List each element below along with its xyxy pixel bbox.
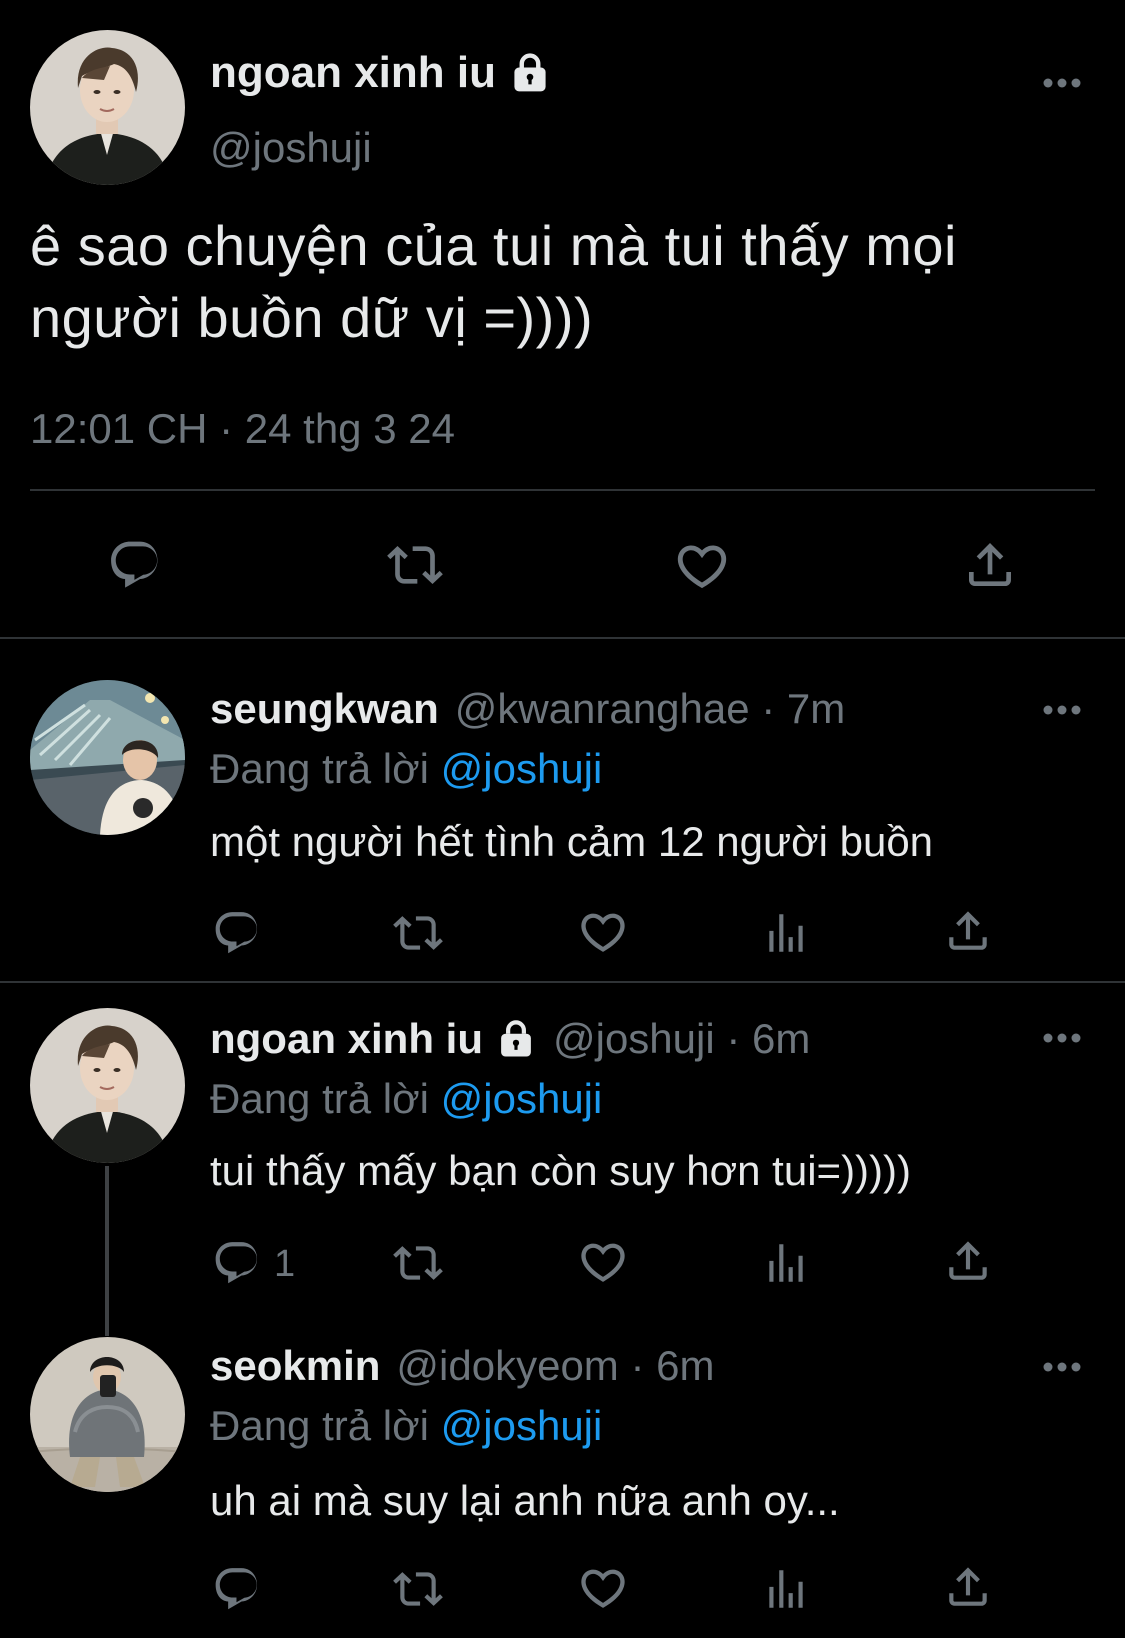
avatar-reply-joshuji[interactable] [30,1008,185,1163]
reply-handle-time[interactable]: @kwanranghae · 7m [455,685,846,733]
reply-header: seungkwan @kwanranghae · 7m [210,685,845,733]
more-options-icon[interactable] [1042,76,1082,90]
reply-icon[interactable] [212,1238,262,1288]
avatar-main-author[interactable] [30,30,185,185]
main-tweet-text: ê sao chuyện của tui mà tui thấy mọi ngư… [30,214,957,349]
replying-prefix: Đang trả lời [210,745,441,792]
main-tweet-timestamp[interactable]: 12:01 CH · 24 thg 3 24 [30,405,455,453]
reply-author-name[interactable]: ngoan xinh iu [210,1015,537,1063]
share-icon[interactable] [962,537,1018,593]
avatar-reply-seungkwan[interactable] [30,680,185,835]
views-icon[interactable] [761,1238,811,1288]
share-icon[interactable] [943,906,993,956]
like-icon[interactable] [577,1562,629,1614]
retweet-icon[interactable] [393,1564,443,1614]
reply-text: uh ai mà suy lại anh nữa anh oy... [210,1477,840,1524]
retweet-icon[interactable] [393,908,443,958]
main-author-name[interactable]: ngoan xinh iu [210,48,552,98]
lock-icon [495,1018,537,1060]
reply-header: seokmin @idokyeom · 6m [210,1342,714,1390]
divider [0,981,1125,983]
reply-count: 1 [274,1243,296,1285]
avatar-reply-seokmin[interactable] [30,1337,185,1492]
replying-prefix: Đang trả lời [210,1402,441,1449]
like-icon[interactable] [673,537,731,595]
divider [30,489,1095,491]
replying-mention[interactable]: @joshuji [441,745,603,792]
replying-mention[interactable]: @joshuji [441,1402,603,1449]
reply-author-display-name: ngoan xinh iu [210,1015,483,1062]
replying-to: Đang trả lời @joshuji [210,1075,602,1123]
reply-handle-time[interactable]: @joshuji · 6m [553,1015,810,1063]
reply-text: một người hết tình cảm 12 người buồn [210,818,934,865]
reply-header: ngoan xinh iu @joshuji · 6m [210,1015,810,1063]
replying-mention[interactable]: @joshuji [441,1075,603,1122]
main-author-handle[interactable]: @joshuji [210,124,372,172]
more-options-icon[interactable] [1042,1360,1082,1374]
main-author-display-name: ngoan xinh iu [210,48,496,97]
share-icon[interactable] [943,1562,993,1612]
reply-icon[interactable] [107,537,163,593]
reply-author-name[interactable]: seungkwan [210,685,439,733]
replying-to: Đang trả lời @joshuji [210,745,602,793]
more-options-icon[interactable] [1042,1031,1082,1045]
views-icon[interactable] [761,908,811,958]
more-options-icon[interactable] [1042,703,1082,717]
share-icon[interactable] [943,1236,993,1286]
views-icon[interactable] [761,1564,811,1614]
reply-author-name[interactable]: seokmin [210,1342,380,1390]
like-icon[interactable] [577,906,629,958]
replying-to: Đang trả lời @joshuji [210,1402,602,1450]
retweet-icon[interactable] [393,1238,443,1288]
reply-icon[interactable] [212,908,262,958]
reply-icon[interactable] [212,1564,262,1614]
lock-icon [508,51,552,95]
replying-prefix: Đang trả lời [210,1075,441,1122]
thread-connector-line [105,1166,109,1336]
like-icon[interactable] [577,1236,629,1288]
reply-handle-time[interactable]: @idokyeom · 6m [396,1342,714,1390]
reply-text: tui thấy mấy bạn còn suy hơn tui=))))) [210,1147,911,1194]
retweet-icon[interactable] [387,537,443,593]
divider [0,637,1125,639]
